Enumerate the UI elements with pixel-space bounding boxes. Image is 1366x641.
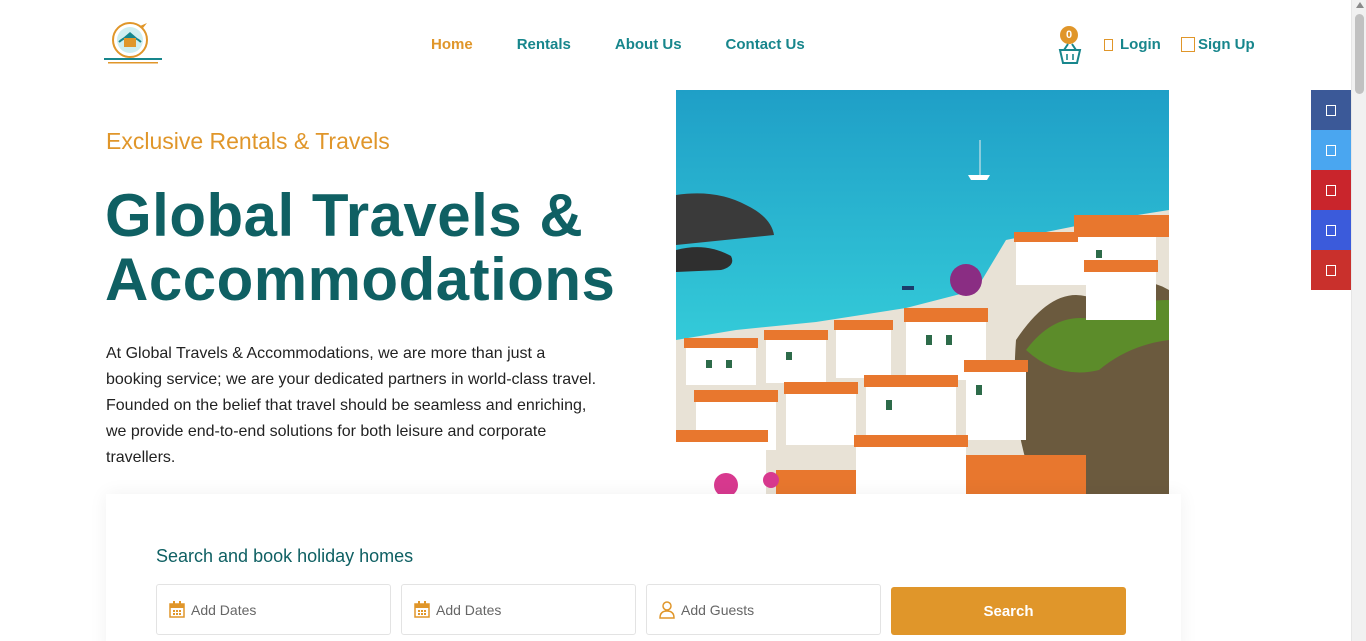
twitter-icon [1326, 144, 1336, 156]
hero-eyebrow: Exclusive Rentals & Travels [106, 128, 390, 154]
search-button[interactable]: Search [891, 587, 1126, 635]
facebook-share-button[interactable] [1311, 90, 1351, 130]
pinterest-icon [1326, 184, 1336, 196]
pinterest-share-button[interactable] [1311, 170, 1351, 210]
nav-rentals[interactable]: Rentals [517, 36, 571, 53]
hero-description: At Global Travels & Accommodations, we a… [106, 345, 597, 466]
search-card: Search and book holiday homes Add Dates … [106, 494, 1181, 641]
email-icon [1326, 264, 1336, 276]
nav-contact-us[interactable]: Contact Us [726, 36, 805, 53]
signup-label: Sign Up [1198, 36, 1255, 53]
email-share-button[interactable] [1311, 250, 1351, 290]
guests-placeholder: Add Guests [681, 601, 755, 618]
signup-link[interactable]: Sign Up [1181, 36, 1255, 53]
user-plus-icon [1181, 37, 1195, 52]
checkin-date-field[interactable]: Add Dates [156, 584, 391, 635]
social-share-bar [1311, 90, 1351, 290]
scrollbar-thumb[interactable] [1355, 14, 1364, 94]
nav-home[interactable]: Home [431, 36, 473, 53]
linkedin-share-button[interactable] [1311, 210, 1351, 250]
hero-title-line2: Accommodations [105, 246, 616, 313]
login-label: Login [1120, 36, 1161, 53]
twitter-share-button[interactable] [1311, 130, 1351, 170]
main-nav: Home Rentals About Us Contact Us [431, 36, 805, 53]
page-scrollbar[interactable] [1351, 0, 1366, 641]
linkedin-icon [1326, 224, 1336, 236]
login-link[interactable]: Login [1104, 36, 1161, 53]
facebook-icon [1326, 104, 1336, 116]
user-icon [1104, 38, 1113, 51]
hero-coastal-image [676, 90, 1169, 494]
hero-title-line1: Global Travels & [105, 182, 584, 249]
calendar-icon [169, 601, 185, 618]
scroll-up-arrow-icon[interactable] [1356, 2, 1364, 8]
cart-button[interactable]: 0 [1057, 26, 1083, 66]
checkout-placeholder: Add Dates [436, 601, 502, 618]
calendar-icon [414, 601, 430, 618]
checkout-date-field[interactable]: Add Dates [401, 584, 636, 635]
hero-title: Global Travels & Accommodations [105, 184, 665, 312]
basket-icon [1058, 43, 1082, 64]
search-title: Search and book holiday homes [156, 546, 414, 566]
guests-field[interactable]: Add Guests [646, 584, 881, 635]
checkin-placeholder: Add Dates [191, 601, 257, 618]
nav-about-us[interactable]: About Us [615, 36, 682, 53]
site-logo[interactable] [102, 18, 164, 66]
user-icon [659, 600, 675, 619]
